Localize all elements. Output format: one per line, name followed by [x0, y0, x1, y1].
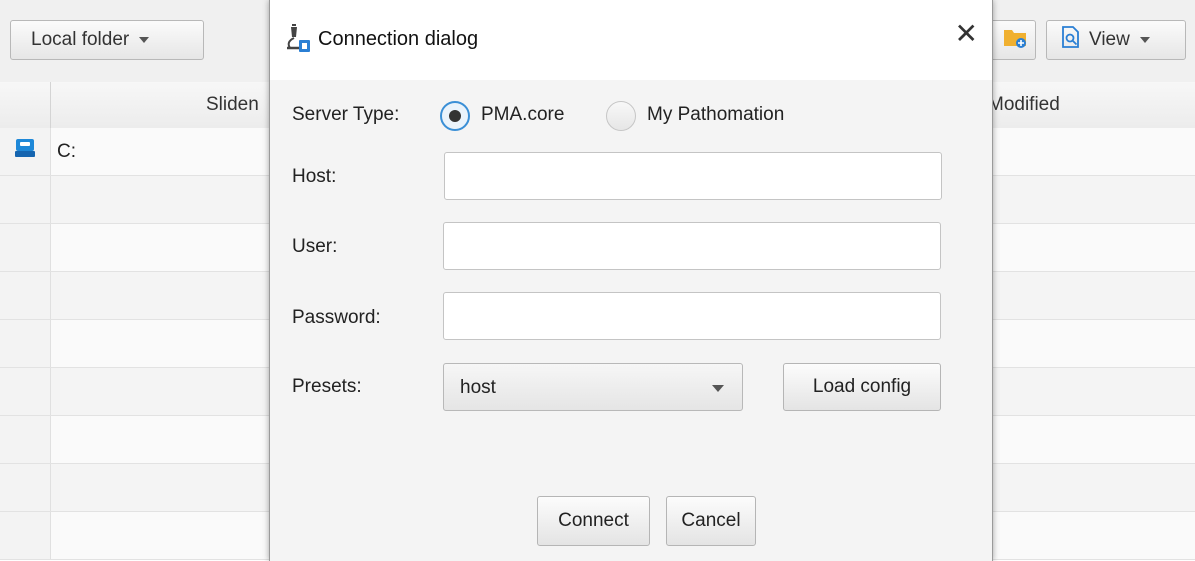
user-label: User:	[292, 236, 338, 257]
dialog-title-bar[interactable]: Connection dialog ✕	[270, 0, 992, 80]
column-header-name[interactable]: Sliden	[206, 94, 259, 116]
microscope-icon	[282, 24, 312, 60]
row-gutter	[0, 272, 51, 319]
radio-pma-core-label[interactable]: PMA.core	[481, 104, 564, 126]
dialog-title: Connection dialog	[318, 28, 479, 50]
presets-selected-value: host	[460, 377, 496, 398]
view-dropdown[interactable]: View	[1046, 20, 1186, 60]
folder-icon	[1003, 26, 1027, 54]
row-gutter	[0, 512, 51, 559]
load-config-label: Load config	[812, 376, 912, 397]
row-gutter	[0, 464, 51, 511]
cancel-button[interactable]: Cancel	[666, 496, 756, 546]
password-input[interactable]	[443, 292, 941, 340]
close-icon[interactable]: ✕	[955, 20, 978, 48]
load-config-button[interactable]: Load config	[783, 363, 941, 411]
host-input[interactable]	[444, 152, 942, 200]
cancel-label: Cancel	[681, 510, 741, 531]
local-folder-dropdown[interactable]: Local folder	[10, 20, 204, 60]
presets-label: Presets:	[292, 376, 362, 397]
connect-button[interactable]: Connect	[537, 496, 650, 546]
radio-pma-core[interactable]	[440, 101, 470, 131]
chevron-down-icon	[712, 385, 724, 392]
password-label: Password:	[292, 307, 381, 328]
drive-name: C:	[57, 141, 76, 162]
view-label: View	[1089, 29, 1130, 50]
connect-label: Connect	[558, 510, 629, 531]
drive-icon	[14, 138, 36, 164]
document-search-icon	[1061, 26, 1081, 54]
column-header-modified[interactable]: Modified	[988, 94, 1060, 116]
new-folder-button[interactable]	[992, 20, 1036, 60]
row-gutter	[0, 416, 51, 463]
row-gutter	[0, 320, 51, 367]
user-input[interactable]	[443, 222, 941, 270]
presets-dropdown[interactable]: host	[443, 363, 743, 411]
row-gutter	[0, 224, 51, 271]
row-gutter	[0, 128, 51, 175]
host-label: Host:	[292, 166, 337, 187]
row-gutter	[0, 368, 51, 415]
chevron-down-icon	[1139, 37, 1150, 43]
column-divider	[50, 82, 51, 128]
local-folder-label: Local folder	[31, 29, 130, 50]
server-type-label: Server Type:	[292, 104, 400, 125]
row-gutter	[0, 176, 51, 223]
radio-my-pathomation[interactable]	[606, 101, 636, 131]
connection-dialog: Connection dialog ✕ Server Type: PMA.cor…	[269, 0, 993, 561]
chevron-down-icon	[139, 37, 150, 43]
radio-my-pathomation-label[interactable]: My Pathomation	[647, 104, 784, 126]
